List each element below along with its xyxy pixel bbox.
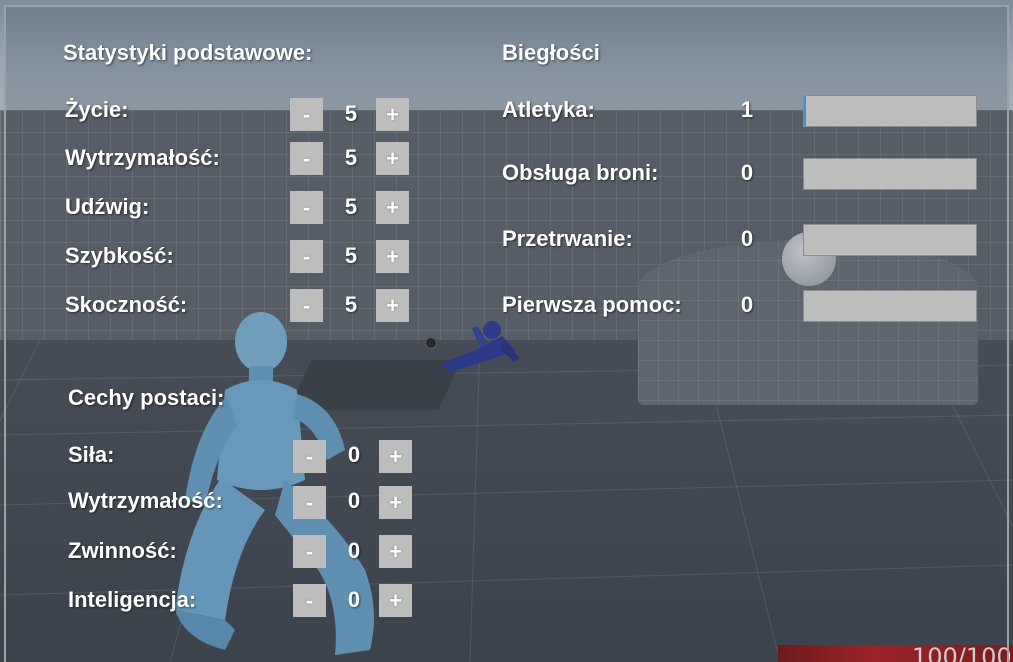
- minus-icon: -: [305, 539, 314, 564]
- skill-progress-bar: [803, 158, 977, 190]
- decrease-inteligencja-button[interactable]: -: [293, 584, 326, 617]
- plus-icon: +: [386, 244, 399, 269]
- skills-title: Biegłości: [502, 40, 600, 65]
- minus-icon: -: [305, 588, 314, 613]
- increase-zwinnosc-button[interactable]: +: [379, 535, 412, 568]
- base-stat-value: 5: [344, 194, 358, 219]
- base-stat-label: Skoczność:: [65, 292, 188, 317]
- skill-level: 1: [740, 97, 754, 122]
- skill-label: Przetrwanie:: [502, 226, 633, 251]
- plus-icon: +: [386, 102, 399, 127]
- skill-label: Obsługa broni:: [502, 160, 659, 185]
- trait-value: 0: [347, 488, 361, 513]
- plus-icon: +: [386, 195, 399, 220]
- minus-icon: -: [302, 293, 311, 318]
- minus-icon: -: [302, 102, 311, 127]
- minus-icon: -: [302, 146, 311, 171]
- decrease-skocznosc-button[interactable]: -: [290, 289, 323, 322]
- increase-trait-wytrzymalosc-button[interactable]: +: [379, 486, 412, 519]
- trait-label: Siła:: [68, 442, 115, 467]
- increase-szybkosc-button[interactable]: +: [376, 240, 409, 273]
- skill-progress-fill: [804, 96, 806, 126]
- decrease-zwinnosc-button[interactable]: -: [293, 535, 326, 568]
- decrease-sila-button[interactable]: -: [293, 440, 326, 473]
- decrease-udzwig-button[interactable]: -: [290, 191, 323, 224]
- increase-inteligencja-button[interactable]: +: [379, 584, 412, 617]
- skill-level: 0: [740, 226, 754, 251]
- plus-icon: +: [389, 588, 402, 613]
- increase-skocznosc-button[interactable]: +: [376, 289, 409, 322]
- traits-title: Cechy postaci:: [68, 385, 225, 410]
- minus-icon: -: [302, 244, 311, 269]
- decrease-zycie-button[interactable]: -: [290, 98, 323, 131]
- trait-value: 0: [347, 587, 361, 612]
- increase-sila-button[interactable]: +: [379, 440, 412, 473]
- base-stat-label: Wytrzymałość:: [65, 145, 220, 170]
- decrease-szybkosc-button[interactable]: -: [290, 240, 323, 273]
- base-stat-value: 5: [344, 292, 358, 317]
- base-stat-value: 5: [344, 101, 358, 126]
- skill-level: 0: [740, 160, 754, 185]
- base-stat-value: 5: [344, 243, 358, 268]
- minus-icon: -: [302, 195, 311, 220]
- plus-icon: +: [389, 444, 402, 469]
- plus-icon: +: [389, 539, 402, 564]
- decrease-trait-wytrzymalosc-button[interactable]: -: [293, 486, 326, 519]
- trait-label: Zwinność:: [68, 538, 177, 563]
- increase-wytrzymalosc-button[interactable]: +: [376, 142, 409, 175]
- skill-progress-bar: [803, 224, 977, 256]
- minus-icon: -: [305, 444, 314, 469]
- base-stat-label: Życie:: [65, 97, 129, 122]
- decrease-wytrzymalosc-button[interactable]: -: [290, 142, 323, 175]
- minus-icon: -: [305, 490, 314, 515]
- plus-icon: +: [386, 146, 399, 171]
- base-stat-label: Szybkość:: [65, 243, 174, 268]
- skill-label: Pierwsza pomoc:: [502, 292, 682, 317]
- increase-zycie-button[interactable]: +: [376, 98, 409, 131]
- base-stat-value: 5: [344, 145, 358, 170]
- base-stats-title: Statystyki podstawowe:: [63, 40, 313, 65]
- skill-progress-bar: [803, 95, 977, 127]
- plus-icon: +: [386, 293, 399, 318]
- trait-value: 0: [347, 442, 361, 467]
- trait-label: Inteligencja:: [68, 587, 197, 612]
- plus-icon: +: [389, 490, 402, 515]
- skill-level: 0: [740, 292, 754, 317]
- increase-udzwig-button[interactable]: +: [376, 191, 409, 224]
- base-stat-label: Udźwig:: [65, 194, 150, 219]
- trait-value: 0: [347, 538, 361, 563]
- trait-label: Wytrzymałość:: [68, 488, 223, 513]
- skill-label: Atletyka:: [502, 97, 595, 122]
- skill-progress-bar: [803, 290, 977, 322]
